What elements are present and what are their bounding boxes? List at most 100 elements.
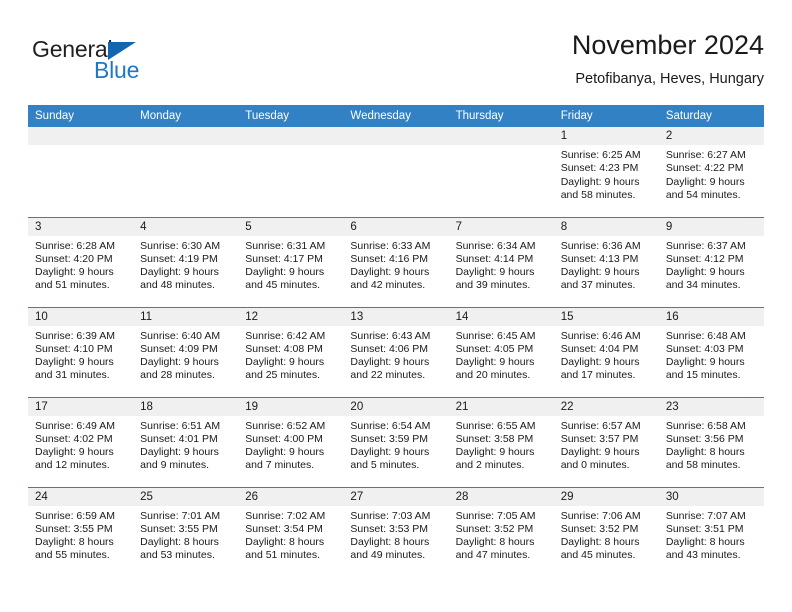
daylight-duration-line2: and 47 minutes.	[455, 549, 531, 562]
calendar-day-cell[interactable]: 14 Sunrise: 6:45 AM Sunset: 4:05 PM Dayligh…	[448, 306, 554, 397]
calendar-day-cell[interactable]: 13 Sunrise: 6:43 AM Sunset: 4:06 PM Dayligh…	[343, 306, 449, 397]
calendar-day-cell[interactable]: 24 Sunrise: 6:59 AM Sunset: 3:55 PM Dayligh…	[28, 486, 134, 577]
daylight-duration-line2: and 5 minutes.	[350, 459, 420, 472]
weekday-header-wednesday: Wednesday	[343, 105, 449, 127]
daylight-duration-line2: and 15 minutes.	[665, 369, 741, 382]
calendar-day-cell[interactable]: 19 Sunrise: 6:52 AM Sunset: 4:00 PM Dayligh…	[238, 396, 344, 487]
day-number: 27	[343, 487, 449, 506]
daylight-duration-line1: Daylight: 9 hours	[455, 266, 535, 279]
calendar-day-cell-empty	[343, 127, 449, 217]
calendar-day-cell[interactable]: 21 Sunrise: 6:55 AM Sunset: 3:58 PM Dayligh…	[448, 396, 554, 487]
day-details: Sunrise: 6:28 AM Sunset: 4:20 PM Daylight:…	[28, 236, 133, 293]
calendar-day-cell[interactable]: 4 Sunrise: 6:30 AM Sunset: 4:19 PM Daylight…	[133, 216, 239, 307]
calendar-day-cell[interactable]: 7 Sunrise: 6:34 AM Sunset: 4:14 PM Daylight…	[448, 216, 554, 307]
calendar-day-cell[interactable]: 17 Sunrise: 6:49 AM Sunset: 4:02 PM Dayligh…	[28, 396, 134, 487]
weekday-header-friday: Friday	[553, 105, 659, 127]
day-number: 22	[553, 397, 659, 416]
daylight-duration-line2: and 51 minutes.	[35, 279, 110, 292]
sunset-time: Sunset: 4:06 PM	[350, 342, 429, 355]
calendar-day-cell[interactable]: 8 Sunrise: 6:36 AM Sunset: 4:13 PM Daylight…	[553, 216, 659, 307]
calendar-day-cell[interactable]: 25 Sunrise: 7:01 AM Sunset: 3:55 PM Dayligh…	[133, 486, 239, 577]
calendar-day-cell[interactable]: 1 Sunrise: 6:25 AM Sunset: 4:23 PM Daylight…	[553, 127, 659, 217]
sunset-time: Sunset: 4:19 PM	[140, 252, 218, 265]
calendar-day-cell[interactable]: 15 Sunrise: 6:46 AM Sunset: 4:04 PM Dayligh…	[553, 306, 659, 397]
day-number	[28, 127, 134, 145]
daylight-duration-line1: Daylight: 9 hours	[455, 356, 535, 369]
sunrise-time: Sunrise: 7:03 AM	[350, 509, 431, 522]
sunset-time: Sunset: 4:04 PM	[560, 342, 639, 355]
daylight-duration-line2: and 45 minutes.	[245, 279, 320, 292]
day-details: Sunrise: 6:34 AM Sunset: 4:14 PM Daylight:…	[449, 236, 554, 293]
calendar-day-cell[interactable]: 6 Sunrise: 6:33 AM Sunset: 4:16 PM Daylight…	[343, 216, 449, 307]
daylight-duration-line2: and 42 minutes.	[350, 279, 426, 292]
daylight-duration-line1: Daylight: 9 hours	[140, 266, 219, 279]
day-details: Sunrise: 6:51 AM Sunset: 4:01 PM Daylight:…	[133, 416, 238, 473]
calendar-day-cell[interactable]: 29 Sunrise: 7:06 AM Sunset: 3:52 PM Dayligh…	[553, 486, 659, 577]
day-number: 2	[658, 127, 764, 145]
calendar-day-cell-empty	[448, 127, 554, 217]
day-details: Sunrise: 6:40 AM Sunset: 4:09 PM Daylight:…	[133, 326, 238, 383]
day-details: Sunrise: 6:59 AM Sunset: 3:55 PM Daylight:…	[28, 506, 133, 563]
weekday-header-tuesday: Tuesday	[238, 105, 344, 127]
calendar-day-cell[interactable]: 22 Sunrise: 6:57 AM Sunset: 3:57 PM Dayligh…	[553, 396, 659, 487]
sunset-time: Sunset: 4:17 PM	[245, 252, 323, 265]
sunset-time: Sunset: 4:22 PM	[665, 162, 744, 175]
day-number: 20	[343, 397, 449, 416]
day-number: 11	[133, 307, 239, 326]
daylight-duration-line2: and 45 minutes.	[560, 549, 636, 562]
calendar-day-cell[interactable]: 28 Sunrise: 7:05 AM Sunset: 3:52 PM Dayligh…	[448, 486, 554, 577]
day-number: 10	[28, 307, 134, 326]
day-details: Sunrise: 6:27 AM Sunset: 4:22 PM Daylight:…	[659, 145, 764, 202]
daylight-duration-line2: and 54 minutes.	[665, 188, 741, 201]
daylight-duration-line1: Daylight: 8 hours	[560, 536, 640, 549]
day-number: 1	[553, 127, 659, 145]
calendar-day-cell[interactable]: 3 Sunrise: 6:28 AM Sunset: 4:20 PM Daylight…	[28, 216, 134, 307]
calendar-day-cell[interactable]: 18 Sunrise: 6:51 AM Sunset: 4:01 PM Dayligh…	[133, 396, 239, 487]
calendar-day-cell[interactable]: 23 Sunrise: 6:58 AM Sunset: 3:56 PM Dayligh…	[658, 396, 764, 487]
daylight-duration-line1: Daylight: 9 hours	[560, 175, 640, 188]
calendar-day-cell-empty	[133, 127, 239, 217]
sunset-time: Sunset: 4:03 PM	[665, 342, 744, 355]
calendar-day-cell[interactable]: 2 Sunrise: 6:27 AM Sunset: 4:22 PM Daylight…	[658, 127, 764, 217]
calendar-day-cell[interactable]: 10 Sunrise: 6:39 AM Sunset: 4:10 PM Dayligh…	[28, 306, 134, 397]
calendar-day-cell[interactable]: 12 Sunrise: 6:42 AM Sunset: 4:08 PM Dayligh…	[238, 306, 344, 397]
day-details: Sunrise: 6:43 AM Sunset: 4:06 PM Daylight:…	[343, 326, 448, 383]
sunset-time: Sunset: 4:12 PM	[665, 252, 744, 265]
sunrise-time: Sunrise: 7:06 AM	[560, 509, 641, 522]
calendar-day-cell[interactable]: 11 Sunrise: 6:40 AM Sunset: 4:09 PM Dayligh…	[133, 306, 239, 397]
calendar-day-cell[interactable]: 30 Sunrise: 7:07 AM Sunset: 3:51 PM Dayligh…	[658, 486, 764, 577]
sunrise-time: Sunrise: 6:49 AM	[35, 419, 115, 432]
calendar-day-cell[interactable]: 5 Sunrise: 6:31 AM Sunset: 4:17 PM Daylight…	[238, 216, 344, 307]
day-number: 21	[448, 397, 554, 416]
calendar-day-cell[interactable]: 16 Sunrise: 6:48 AM Sunset: 4:03 PM Dayligh…	[658, 306, 764, 397]
calendar-day-cell[interactable]: 20 Sunrise: 6:54 AM Sunset: 3:59 PM Dayligh…	[343, 396, 449, 487]
sunrise-time: Sunrise: 7:02 AM	[245, 509, 326, 522]
sunrise-time: Sunrise: 6:42 AM	[245, 329, 326, 342]
day-details: Sunrise: 6:49 AM Sunset: 4:02 PM Daylight:…	[28, 416, 133, 473]
daylight-duration-line2: and 12 minutes.	[35, 459, 110, 472]
sunset-time: Sunset: 4:01 PM	[140, 432, 218, 445]
general-blue-logo[interactable]: General Blue	[32, 36, 212, 92]
calendar-day-cell[interactable]: 27 Sunrise: 7:03 AM Sunset: 3:53 PM Dayligh…	[343, 486, 449, 577]
calendar-week-row: 17 Sunrise: 6:49 AM Sunset: 4:02 PM Dayligh…	[28, 396, 764, 487]
day-details: Sunrise: 6:55 AM Sunset: 3:58 PM Daylight:…	[449, 416, 554, 473]
day-number	[133, 127, 239, 145]
day-details: Sunrise: 7:07 AM Sunset: 3:51 PM Daylight:…	[659, 506, 764, 563]
calendar-day-cell[interactable]: 9 Sunrise: 6:37 AM Sunset: 4:12 PM Daylight…	[658, 216, 764, 307]
day-number: 6	[343, 217, 449, 236]
daylight-duration-line1: Daylight: 8 hours	[245, 536, 325, 549]
daylight-duration-line2: and 39 minutes.	[455, 279, 531, 292]
weekday-header-saturday: Saturday	[658, 105, 764, 127]
sunrise-time: Sunrise: 6:57 AM	[560, 419, 641, 432]
sunset-time: Sunset: 3:56 PM	[665, 432, 744, 445]
calendar-table: Sunday Monday Tuesday Wednesday Thursday…	[28, 105, 764, 577]
calendar-day-cell[interactable]: 26 Sunrise: 7:02 AM Sunset: 3:54 PM Dayligh…	[238, 486, 344, 577]
sunrise-time: Sunrise: 7:01 AM	[140, 509, 221, 522]
day-number	[238, 127, 344, 145]
day-details: Sunrise: 7:01 AM Sunset: 3:55 PM Daylight:…	[133, 506, 238, 563]
sunset-time: Sunset: 4:09 PM	[140, 342, 218, 355]
day-details: Sunrise: 6:42 AM Sunset: 4:08 PM Daylight:…	[238, 326, 343, 383]
daylight-duration-line1: Daylight: 9 hours	[35, 266, 114, 279]
calendar-week-row: 10 Sunrise: 6:39 AM Sunset: 4:10 PM Dayligh…	[28, 306, 764, 397]
day-number: 18	[133, 397, 239, 416]
